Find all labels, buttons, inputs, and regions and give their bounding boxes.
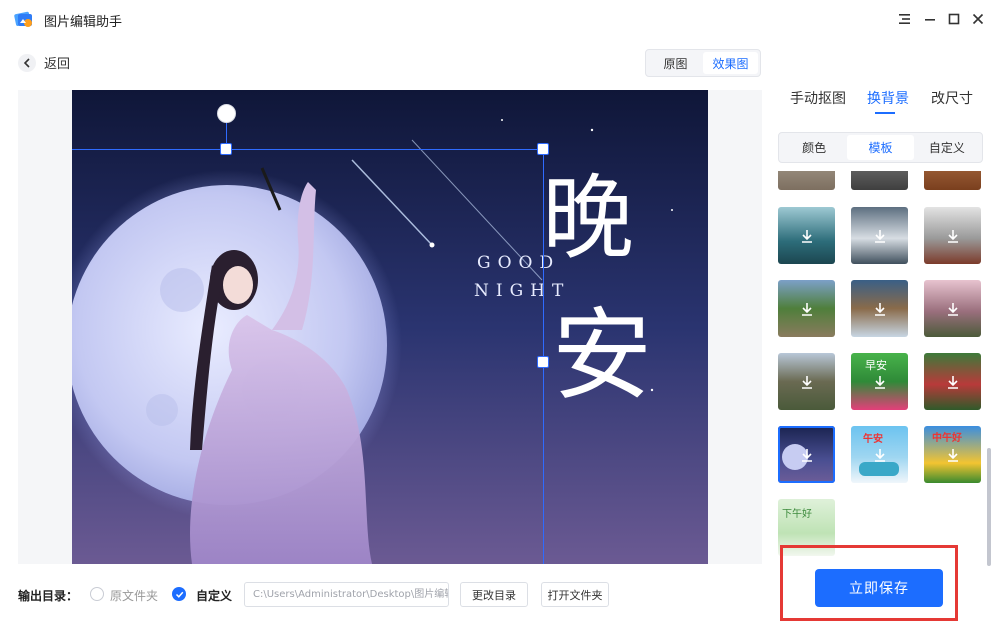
view-toggle: 原图 效果图 xyxy=(645,49,761,77)
rotate-handle[interactable] xyxy=(217,104,236,123)
selection-border-top xyxy=(72,149,544,150)
minimize-icon[interactable] xyxy=(920,9,940,29)
subtab-custom[interactable]: 自定义 xyxy=(914,135,980,160)
tab-change-background[interactable]: 换背景 xyxy=(867,88,909,108)
download-icon xyxy=(801,375,812,389)
resize-handle-right[interactable] xyxy=(537,356,549,368)
output-path-field[interactable]: C:\Users\Administrator\Desktop\图片编辑 xyxy=(244,582,449,607)
preview-image[interactable]: GOOD NIGHT 晚 安 xyxy=(72,90,708,564)
app-title: 图片编辑助手 xyxy=(44,15,123,30)
title-bar: 图片编辑助手 xyxy=(0,0,1000,38)
poster-text-an: 安 xyxy=(552,297,652,414)
view-original-button[interactable]: 原图 xyxy=(648,52,703,74)
tab-resize[interactable]: 改尺寸 xyxy=(931,88,973,108)
template-thumb[interactable] xyxy=(778,171,835,190)
template-thumb-selected[interactable] xyxy=(778,426,835,483)
download-icon xyxy=(947,302,958,316)
menu-icon[interactable] xyxy=(894,9,914,29)
poster-text-wan: 晚 xyxy=(542,165,634,272)
resize-handle-top-right[interactable] xyxy=(537,143,549,155)
download-icon xyxy=(874,302,885,316)
template-caption: 午安 xyxy=(863,434,883,445)
view-result-button[interactable]: 效果图 xyxy=(703,52,758,74)
subtab-template[interactable]: 模板 xyxy=(847,135,914,160)
template-thumb[interactable] xyxy=(778,280,835,337)
download-icon xyxy=(874,229,885,243)
download-icon xyxy=(947,229,958,243)
template-thumb[interactable] xyxy=(924,353,981,410)
tab-active-indicator xyxy=(875,112,895,114)
chevron-left-icon xyxy=(18,53,36,72)
back-button[interactable]: 返回 xyxy=(18,53,70,72)
maximize-icon[interactable] xyxy=(944,9,964,29)
download-icon xyxy=(801,302,812,316)
template-thumb[interactable]: 中午好 xyxy=(924,426,981,483)
check-icon xyxy=(175,591,183,598)
back-label: 返回 xyxy=(44,57,71,72)
night-poster: GOOD NIGHT 晚 安 xyxy=(72,90,708,564)
download-icon xyxy=(801,229,812,243)
template-thumb[interactable] xyxy=(778,353,835,410)
download-icon xyxy=(874,448,885,462)
template-caption: 中午好 xyxy=(932,433,962,444)
template-thumb[interactable] xyxy=(851,171,908,190)
radio-original-folder-label: 原文件夹 xyxy=(110,589,159,603)
template-thumb[interactable] xyxy=(851,280,908,337)
template-thumb[interactable] xyxy=(778,207,835,264)
template-thumb[interactable] xyxy=(924,280,981,337)
tab-manual-cutout[interactable]: 手动抠图 xyxy=(790,88,846,108)
template-grid: 早安 午安 中午好 下午好 xyxy=(778,171,984,556)
template-thumb[interactable]: 午安 xyxy=(851,426,908,483)
open-folder-button[interactable]: 打开文件夹 xyxy=(541,582,609,607)
change-directory-button[interactable]: 更改目录 xyxy=(460,582,528,607)
template-thumb[interactable] xyxy=(924,207,981,264)
template-thumb[interactable] xyxy=(924,171,981,190)
radio-original-folder[interactable] xyxy=(90,587,104,601)
template-thumb[interactable]: 早安 xyxy=(851,353,908,410)
close-icon[interactable] xyxy=(968,9,988,29)
download-icon xyxy=(801,448,812,462)
template-caption: 下午好 xyxy=(782,509,812,520)
template-thumb[interactable] xyxy=(851,207,908,264)
radio-custom-folder-label: 自定义 xyxy=(196,589,233,603)
app-logo-icon xyxy=(14,11,32,27)
background-subtabs: 颜色 模板 自定义 xyxy=(778,132,983,163)
radio-custom-folder[interactable] xyxy=(172,587,186,601)
template-caption: 早安 xyxy=(865,359,887,372)
subtab-color[interactable]: 颜色 xyxy=(781,135,847,160)
save-now-button[interactable]: 立即保存 xyxy=(815,569,943,607)
resize-handle-top[interactable] xyxy=(220,143,232,155)
output-dir-label: 输出目录： xyxy=(18,589,79,603)
download-icon xyxy=(947,448,958,462)
download-icon xyxy=(874,375,885,389)
download-icon xyxy=(947,375,958,389)
panel-scrollbar[interactable] xyxy=(987,448,991,566)
